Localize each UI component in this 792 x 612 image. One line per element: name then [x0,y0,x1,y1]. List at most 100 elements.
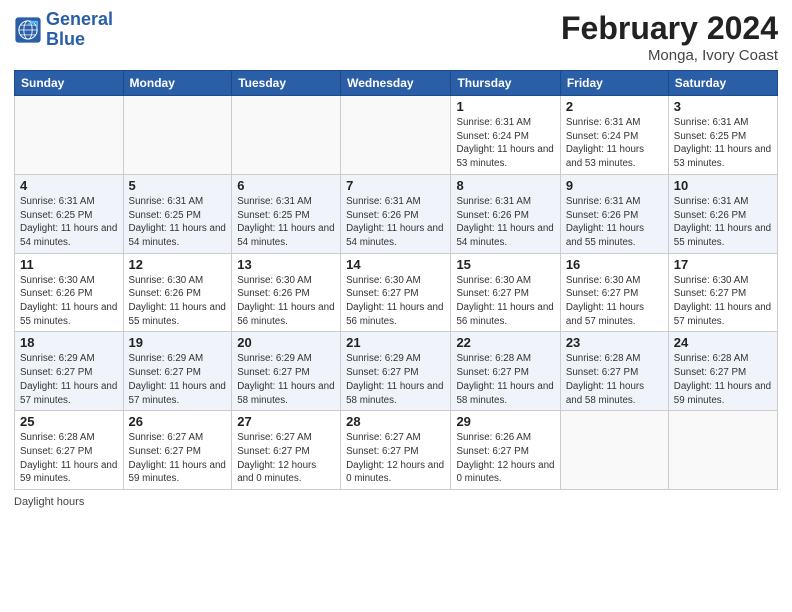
day-number: 1 [456,99,554,114]
day-info: Sunrise: 6:30 AMSunset: 6:27 PMDaylight:… [674,274,772,329]
table-row: 22 Sunrise: 6:28 AMSunset: 6:27 PMDayligh… [451,332,560,411]
day-number: 17 [674,257,772,272]
day-info: Sunrise: 6:29 AMSunset: 6:27 PMDaylight:… [237,352,335,407]
table-row: 6 Sunrise: 6:31 AMSunset: 6:25 PMDaylight… [232,174,341,253]
table-row: 9Sunrise: 6:31 AMSunset: 6:26 PMDaylight… [560,174,668,253]
day-number: 6 [237,178,335,193]
table-row [232,96,341,175]
day-number: 24 [674,335,772,350]
table-row: 7Sunrise: 6:31 AMSunset: 6:26 PMDaylight… [341,174,451,253]
table-row: 1 Sunrise: 6:31 AMSunset: 6:24 PMDaylight… [451,96,560,175]
day-number: 20 [237,335,335,350]
day-number: 2 [566,99,663,114]
calendar-week-row: 11 Sunrise: 6:30 AMSunset: 6:26 PMDayligh… [15,253,778,332]
calendar-header-row: Sunday Monday Tuesday Wednesday Thursday… [15,71,778,96]
col-tuesday: Tuesday [232,71,341,96]
table-row [668,411,777,490]
day-info: Sunrise: 6:27 AMSunset: 6:27 PMDaylight:… [237,431,335,486]
day-number: 8 [456,178,554,193]
table-row: 4Sunrise: 6:31 AMSunset: 6:25 PMDaylight… [15,174,124,253]
calendar-week-row: 1 Sunrise: 6:31 AMSunset: 6:24 PMDaylight… [15,96,778,175]
day-info: Sunrise: 6:28 AMSunset: 6:27 PMDaylight:… [456,352,554,407]
day-info: Sunrise: 6:26 AMSunset: 6:27 PMDaylight:… [456,431,554,486]
day-info: Sunrise: 6:30 AMSunset: 6:27 PMDaylight:… [456,274,554,329]
day-number: 10 [674,178,772,193]
calendar-week-row: 4Sunrise: 6:31 AMSunset: 6:25 PMDaylight… [15,174,778,253]
table-row: 3Sunrise: 6:31 AMSunset: 6:25 PMDaylight… [668,96,777,175]
table-row [123,96,232,175]
table-row: 29 Sunrise: 6:26 AMSunset: 6:27 PMDayligh… [451,411,560,490]
day-info: Sunrise: 6:30 AMSunset: 6:26 PMDaylight:… [129,274,227,329]
col-thursday: Thursday [451,71,560,96]
table-row: 11 Sunrise: 6:30 AMSunset: 6:26 PMDayligh… [15,253,124,332]
day-info: Sunrise: 6:28 AMSunset: 6:27 PMDaylight:… [674,352,772,407]
logo-general: General [46,10,113,30]
table-row: 19Sunrise: 6:29 AMSunset: 6:27 PMDayligh… [123,332,232,411]
col-monday: Monday [123,71,232,96]
day-number: 29 [456,414,554,429]
day-info: Sunrise: 6:31 AMSunset: 6:26 PMDaylight:… [566,195,663,250]
table-row: 13Sunrise: 6:30 AMSunset: 6:26 PMDayligh… [232,253,341,332]
table-row: 15 Sunrise: 6:30 AMSunset: 6:27 PMDayligh… [451,253,560,332]
day-number: 16 [566,257,663,272]
col-friday: Friday [560,71,668,96]
day-info: Sunrise: 6:31 AMSunset: 6:26 PMDaylight:… [674,195,772,250]
table-row: 2 Sunrise: 6:31 AMSunset: 6:24 PMDaylight… [560,96,668,175]
calendar-table: Sunday Monday Tuesday Wednesday Thursday… [14,70,778,490]
table-row [15,96,124,175]
title-block: February 2024 Monga, Ivory Coast [561,10,778,64]
day-info: Sunrise: 6:27 AMSunset: 6:27 PMDaylight:… [346,431,445,486]
day-number: 18 [20,335,118,350]
day-number: 21 [346,335,445,350]
day-info: Sunrise: 6:31 AMSunset: 6:24 PMDaylight:… [566,116,663,171]
logo-blue: Blue [46,30,113,50]
day-number: 13 [237,257,335,272]
day-info: Sunrise: 6:28 AMSunset: 6:27 PMDaylight:… [20,431,118,486]
table-row: 28 Sunrise: 6:27 AMSunset: 6:27 PMDayligh… [341,411,451,490]
table-row: 27 Sunrise: 6:27 AMSunset: 6:27 PMDayligh… [232,411,341,490]
location: Monga, Ivory Coast [561,47,778,64]
table-row: 5Sunrise: 6:31 AMSunset: 6:25 PMDaylight… [123,174,232,253]
table-row [560,411,668,490]
day-number: 25 [20,414,118,429]
day-info: Sunrise: 6:28 AMSunset: 6:27 PMDaylight:… [566,352,663,407]
day-number: 23 [566,335,663,350]
day-number: 26 [129,414,227,429]
day-info: Sunrise: 6:31 AMSunset: 6:26 PMDaylight:… [456,195,554,250]
table-row: 17 Sunrise: 6:30 AMSunset: 6:27 PMDayligh… [668,253,777,332]
calendar-week-row: 18 Sunrise: 6:29 AMSunset: 6:27 PMDayligh… [15,332,778,411]
day-number: 12 [129,257,227,272]
table-row: 12 Sunrise: 6:30 AMSunset: 6:26 PMDayligh… [123,253,232,332]
table-row: 23 Sunrise: 6:28 AMSunset: 6:27 PMDayligh… [560,332,668,411]
day-number: 22 [456,335,554,350]
day-info: Sunrise: 6:30 AMSunset: 6:27 PMDaylight:… [566,274,663,329]
day-info: Sunrise: 6:27 AMSunset: 6:27 PMDaylight:… [129,431,227,486]
day-info: Sunrise: 6:30 AMSunset: 6:26 PMDaylight:… [20,274,118,329]
col-saturday: Saturday [668,71,777,96]
day-number: 3 [674,99,772,114]
calendar-week-row: 25 Sunrise: 6:28 AMSunset: 6:27 PMDayligh… [15,411,778,490]
day-info: Sunrise: 6:31 AMSunset: 6:25 PMDaylight:… [237,195,335,250]
table-row: 26 Sunrise: 6:27 AMSunset: 6:27 PMDayligh… [123,411,232,490]
col-sunday: Sunday [15,71,124,96]
page-header: General Blue February 2024 Monga, Ivory … [14,10,778,64]
day-number: 15 [456,257,554,272]
daylight-label: Daylight hours [14,496,84,508]
table-row: 18 Sunrise: 6:29 AMSunset: 6:27 PMDayligh… [15,332,124,411]
month-title: February 2024 [561,10,778,47]
table-row: 16 Sunrise: 6:30 AMSunset: 6:27 PMDayligh… [560,253,668,332]
day-info: Sunrise: 6:29 AMSunset: 6:27 PMDaylight:… [129,352,227,407]
day-number: 11 [20,257,118,272]
day-number: 27 [237,414,335,429]
table-row: 24 Sunrise: 6:28 AMSunset: 6:27 PMDayligh… [668,332,777,411]
table-row: 20 Sunrise: 6:29 AMSunset: 6:27 PMDayligh… [232,332,341,411]
table-row: 10 Sunrise: 6:31 AMSunset: 6:26 PMDayligh… [668,174,777,253]
day-info: Sunrise: 6:29 AMSunset: 6:27 PMDaylight:… [20,352,118,407]
day-info: Sunrise: 6:29 AMSunset: 6:27 PMDaylight:… [346,352,445,407]
table-row: 8 Sunrise: 6:31 AMSunset: 6:26 PMDaylight… [451,174,560,253]
table-row [341,96,451,175]
col-wednesday: Wednesday [341,71,451,96]
day-info: Sunrise: 6:31 AMSunset: 6:25 PMDaylight:… [129,195,227,250]
day-number: 28 [346,414,445,429]
day-info: Sunrise: 6:31 AMSunset: 6:24 PMDaylight:… [456,116,554,171]
